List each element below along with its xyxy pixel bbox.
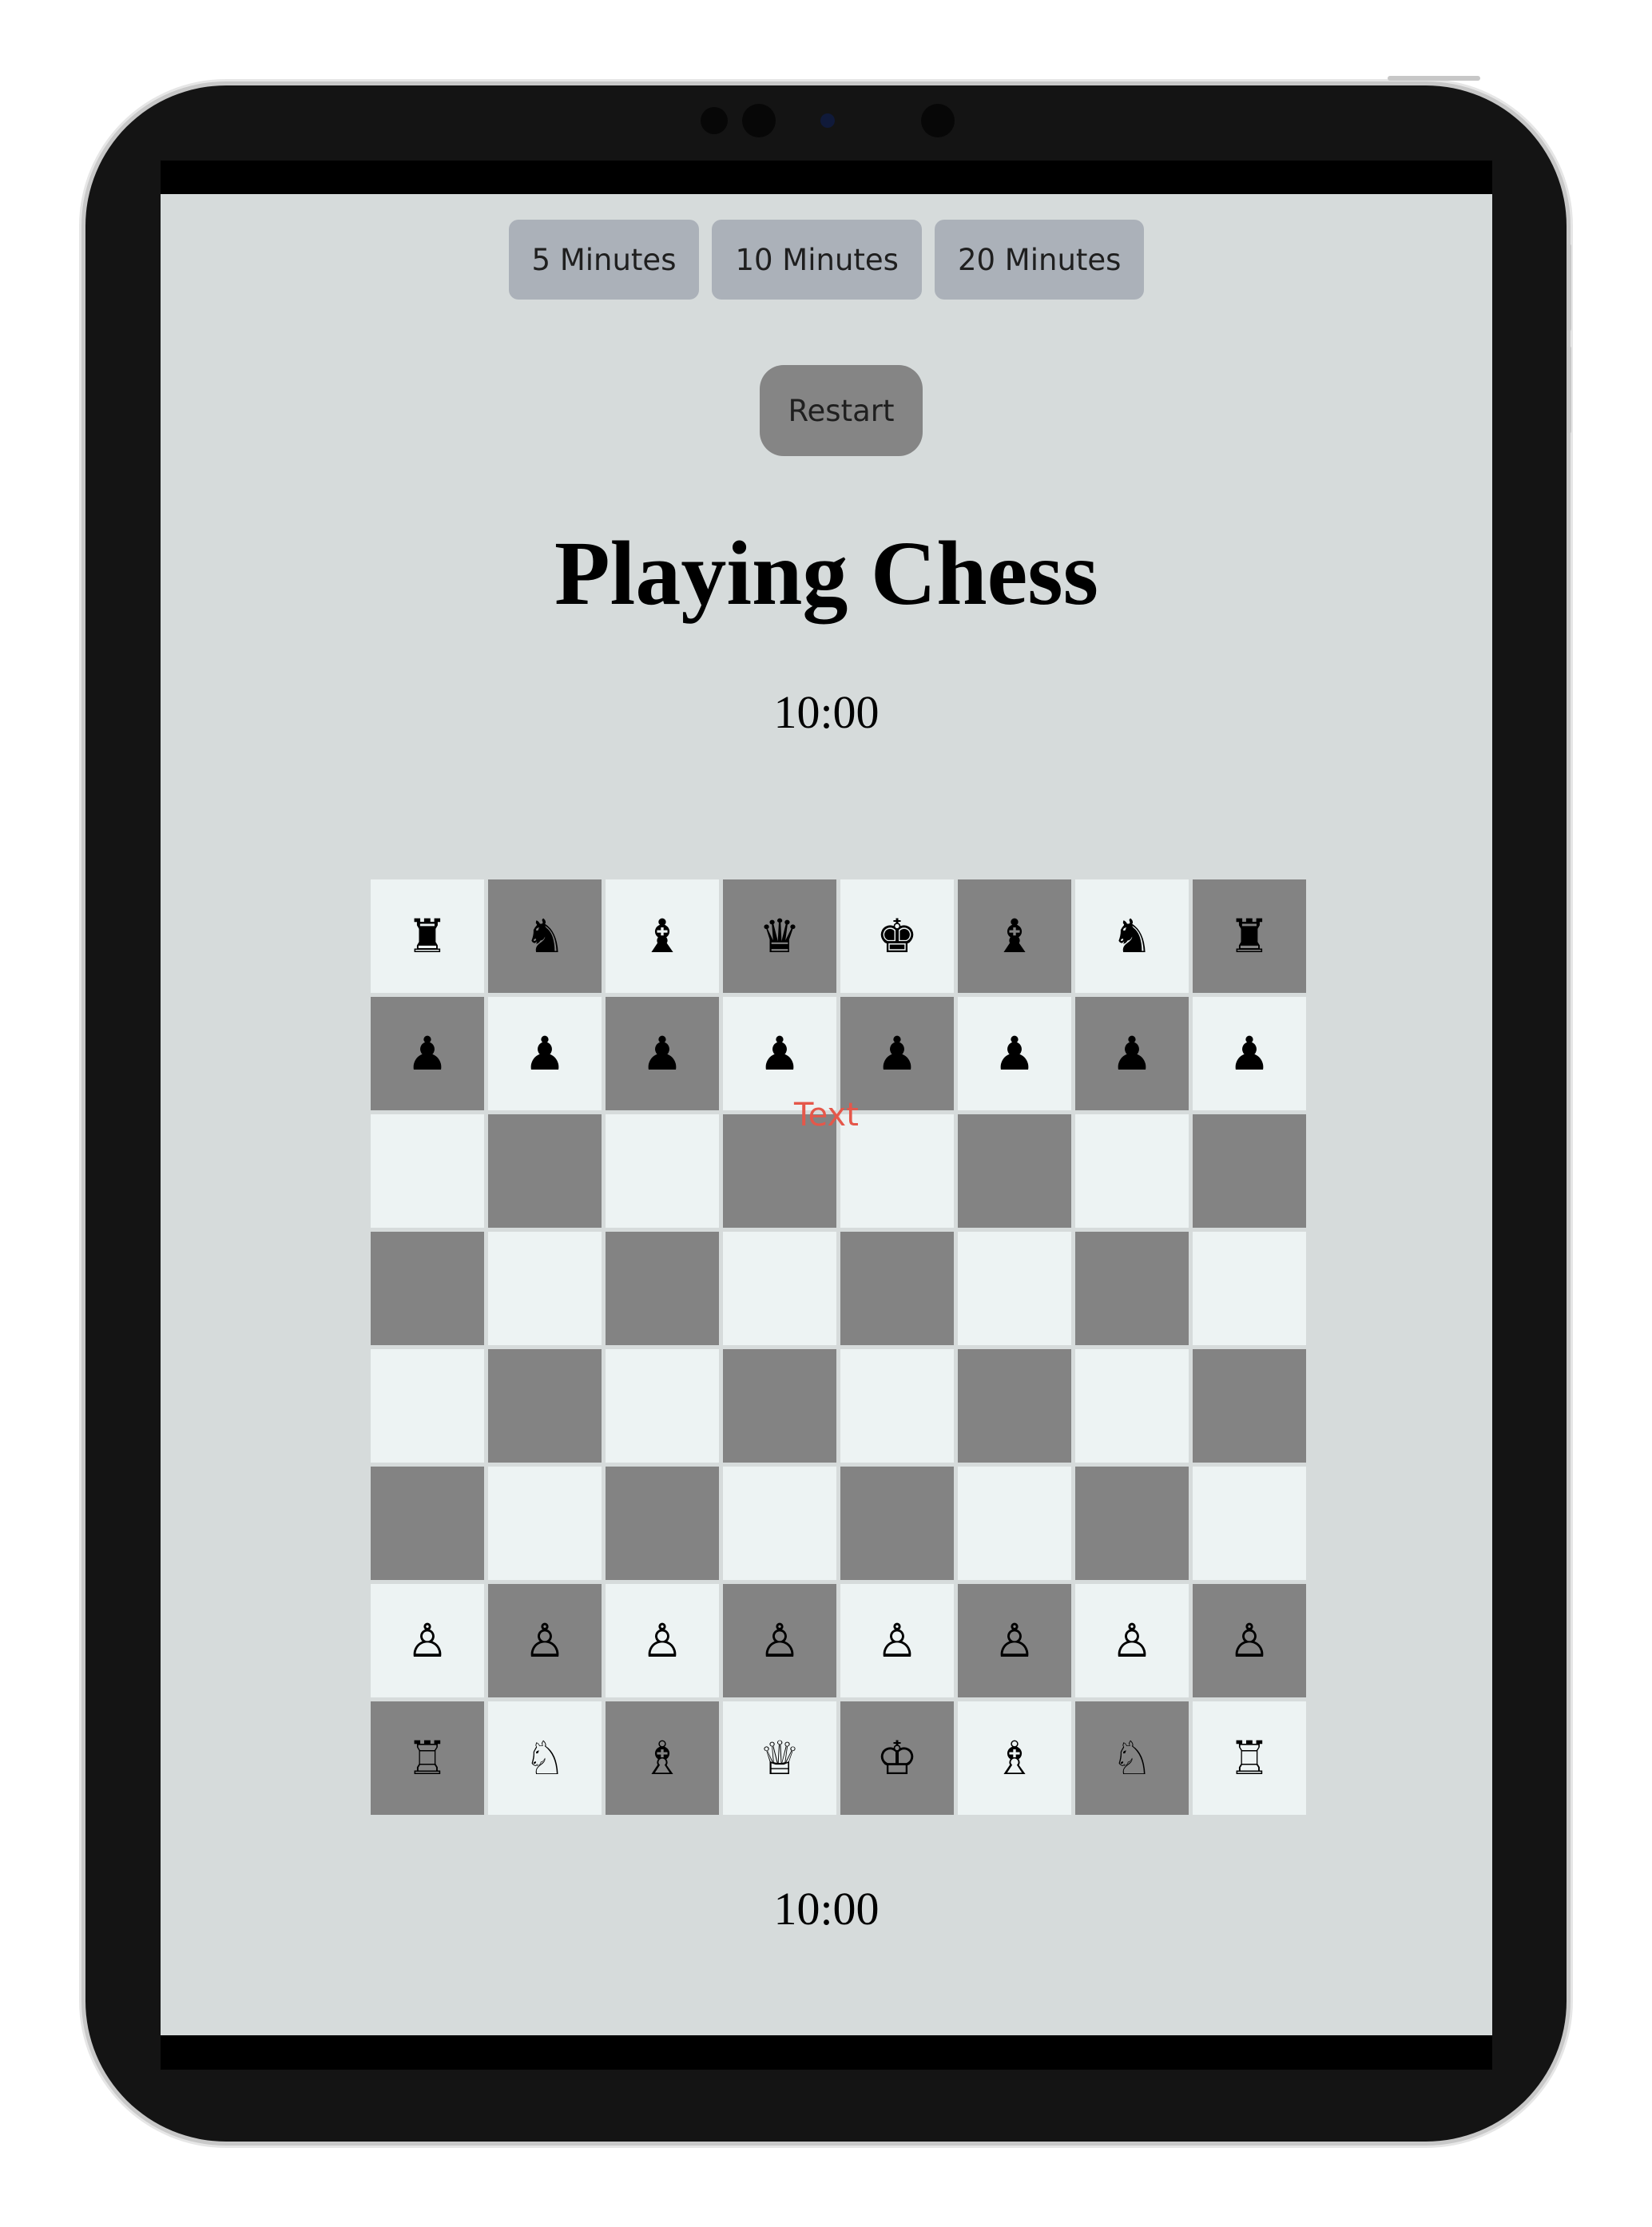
board-square-f8[interactable]: ♝ — [958, 879, 1071, 993]
sensor-icon — [742, 104, 776, 137]
board-square-b1[interactable]: ♘ — [488, 1701, 602, 1815]
board-square-b5[interactable] — [488, 1232, 602, 1345]
sensor-icon — [921, 104, 955, 137]
board-square-h1[interactable]: ♖ — [1193, 1701, 1306, 1815]
board-square-a3[interactable] — [371, 1467, 484, 1580]
time-10-minutes-button[interactable]: 10 Minutes — [712, 220, 922, 300]
board-square-c7[interactable]: ♟ — [606, 997, 719, 1110]
board-square-e4[interactable] — [840, 1349, 954, 1463]
board-square-d8[interactable]: ♛ — [723, 879, 836, 993]
board-square-b2[interactable]: ♙ — [488, 1584, 602, 1697]
board-square-d5[interactable] — [723, 1232, 836, 1345]
board-square-g2[interactable]: ♙ — [1075, 1584, 1189, 1697]
screen: 5 Minutes 10 Minutes 20 Minutes Restart … — [161, 161, 1492, 2070]
board-square-e2[interactable]: ♙ — [840, 1584, 954, 1697]
sensor-icon — [701, 107, 728, 134]
player-timer: 10:00 — [773, 1883, 880, 1935]
board-square-d7[interactable]: ♟ — [723, 997, 836, 1110]
board-square-g6[interactable] — [1075, 1114, 1189, 1228]
board-square-a5[interactable] — [371, 1232, 484, 1345]
board-square-h5[interactable] — [1193, 1232, 1306, 1345]
board-square-c1[interactable]: ♗ — [606, 1701, 719, 1815]
board-square-h3[interactable] — [1193, 1467, 1306, 1580]
chess-board: ♜ ♞ ♝ ♛ ♚ ♝ ♞ ♜ ♟ ♟ ♟ ♟ ♟ ♟ ♟ ♟ ♙ ♙ ♙ ♙ ♙ ♙ ♙ ♙ ♖ ♘ ♗ ♕ ♔ ♗ ♘ ♖ — [371, 879, 1310, 1819]
board-square-f6[interactable] — [958, 1114, 1071, 1228]
time-control-group: 5 Minutes 10 Minutes 20 Minutes — [161, 220, 1492, 300]
board-square-e1[interactable]: ♔ — [840, 1701, 954, 1815]
board-square-f7[interactable]: ♟ — [958, 997, 1071, 1110]
board-square-f4[interactable] — [958, 1349, 1071, 1463]
board-square-a6[interactable] — [371, 1114, 484, 1228]
board-square-g8[interactable]: ♞ — [1075, 879, 1189, 993]
board-square-e5[interactable] — [840, 1232, 954, 1345]
board-square-b4[interactable] — [488, 1349, 602, 1463]
board-square-d4[interactable] — [723, 1349, 836, 1463]
board-square-a8[interactable]: ♜ — [371, 879, 484, 993]
board-square-a7[interactable]: ♟ — [371, 997, 484, 1110]
board-square-b6[interactable] — [488, 1114, 602, 1228]
board-square-f3[interactable] — [958, 1467, 1071, 1580]
board-square-e3[interactable] — [840, 1467, 954, 1580]
board-square-d3[interactable] — [723, 1467, 836, 1580]
board-square-a2[interactable]: ♙ — [371, 1584, 484, 1697]
board-square-b8[interactable]: ♞ — [488, 879, 602, 993]
board-square-a4[interactable] — [371, 1349, 484, 1463]
board-square-c4[interactable] — [606, 1349, 719, 1463]
overlay-text-label: Text — [794, 1097, 859, 1133]
board-square-e7[interactable]: ♟ — [840, 997, 954, 1110]
chess-app: 5 Minutes 10 Minutes 20 Minutes Restart … — [161, 194, 1492, 2035]
board-square-f1[interactable]: ♗ — [958, 1701, 1071, 1815]
board-square-c8[interactable]: ♝ — [606, 879, 719, 993]
restart-button[interactable]: Restart — [760, 365, 923, 456]
board-square-g5[interactable] — [1075, 1232, 1189, 1345]
top-button — [1388, 76, 1480, 81]
board-square-c5[interactable] — [606, 1232, 719, 1345]
opponent-timer: 10:00 — [773, 686, 880, 738]
board-square-g1[interactable]: ♘ — [1075, 1701, 1189, 1815]
time-5-minutes-button[interactable]: 5 Minutes — [508, 220, 700, 300]
board-square-c3[interactable] — [606, 1467, 719, 1580]
volume-up-button — [1567, 244, 1571, 331]
board-square-f2[interactable]: ♙ — [958, 1584, 1071, 1697]
board-square-b3[interactable] — [488, 1467, 602, 1580]
tablet-frame: 5 Minutes 10 Minutes 20 Minutes Restart … — [85, 76, 1571, 2142]
board-square-h7[interactable]: ♟ — [1193, 997, 1306, 1110]
board-square-d2[interactable]: ♙ — [723, 1584, 836, 1697]
board-square-f5[interactable] — [958, 1232, 1071, 1345]
board-square-e8[interactable]: ♚ — [840, 879, 954, 993]
board-square-h6[interactable] — [1193, 1114, 1306, 1228]
board-square-h2[interactable]: ♙ — [1193, 1584, 1306, 1697]
camera-icon — [820, 113, 835, 128]
board-square-c6[interactable] — [606, 1114, 719, 1228]
time-20-minutes-button[interactable]: 20 Minutes — [934, 220, 1145, 300]
board-square-g4[interactable] — [1075, 1349, 1189, 1463]
board-square-h4[interactable] — [1193, 1349, 1306, 1463]
board-square-c2[interactable]: ♙ — [606, 1584, 719, 1697]
board-square-b7[interactable]: ♟ — [488, 997, 602, 1110]
volume-down-button — [1567, 346, 1571, 434]
board-square-d1[interactable]: ♕ — [723, 1701, 836, 1815]
board-square-a1[interactable]: ♖ — [371, 1701, 484, 1815]
board-square-g7[interactable]: ♟ — [1075, 997, 1189, 1110]
board-square-h8[interactable]: ♜ — [1193, 879, 1306, 993]
page-title: Playing Chess — [554, 522, 1098, 624]
board-square-g3[interactable] — [1075, 1467, 1189, 1580]
